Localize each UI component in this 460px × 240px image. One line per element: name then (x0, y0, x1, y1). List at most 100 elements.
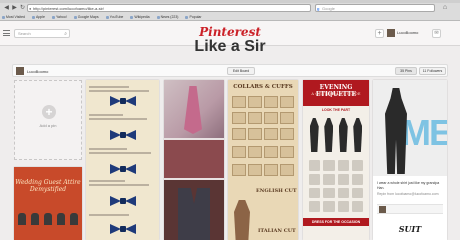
bow-tie-image (110, 164, 136, 174)
board-toolbar: LucoBoomo Edit Board 35 Pins 11 Follower… (12, 64, 448, 77)
avatar[interactable] (379, 206, 386, 213)
text-line (89, 90, 149, 92)
add-pin-button[interactable]: + (375, 29, 384, 38)
browser-chrome: ◀ ▶ ↻ ● http://pinterest.com/lucofoamo/l… (0, 0, 460, 21)
forward-icon[interactable]: ▶ (11, 5, 18, 11)
collar-illustration (280, 112, 294, 124)
text-line (89, 214, 129, 216)
bookmark-icon (130, 15, 134, 19)
owner-avatar[interactable] (16, 67, 24, 75)
site-search-placeholder: Search (18, 31, 31, 36)
pin-han-solo-me[interactable]: ME I wear a whole shirt just like my gra… (373, 80, 447, 240)
pin-source[interactable]: Repin from lucofoamo@lucofoamo.com (377, 192, 443, 197)
back-icon[interactable]: ◀ (3, 5, 10, 11)
text-line (89, 152, 151, 154)
bookmark-icon (73, 15, 77, 19)
bookmark-wikipedia[interactable]: Wikipedia (130, 15, 150, 19)
bookmark-most-visited[interactable]: Most Visited (2, 15, 25, 19)
tab-strip (0, 0, 460, 3)
bow-tie-image (110, 96, 136, 106)
cuff-illustration (264, 164, 278, 176)
browser-search-input[interactable]: g Google (315, 4, 435, 12)
bookmark-news[interactable]: News (223) (156, 15, 179, 19)
cuff-illustration (248, 164, 262, 176)
google-icon: g (317, 6, 320, 11)
pin-image-figures (18, 213, 78, 225)
suit-figure (234, 200, 250, 240)
owner-name-link[interactable]: LucoBoomo (27, 69, 48, 74)
bookmark-popular[interactable]: Popular (185, 15, 202, 19)
followers-count-button[interactable]: 11 Followers (419, 67, 446, 75)
pin-evening-etiquette[interactable]: EVENING ETIQUETTE A GENTLEMAN'S GUIDE LO… (303, 80, 369, 240)
cuff-illustration (248, 128, 262, 140)
pin-image-heading: COLLARS & CUFFS (233, 84, 293, 90)
bookmark-label: News (223) (160, 15, 179, 19)
bookmark-label: Apple (36, 15, 45, 19)
notifications-icon[interactable]: ✉ (432, 29, 441, 38)
pin-image-grid (309, 160, 363, 212)
pin-repin-row (377, 204, 443, 214)
pin-image-section-title: LOOK THE PART (321, 108, 351, 112)
collar-illustration (248, 96, 262, 108)
pin-bow-tie-guide[interactable] (86, 80, 159, 240)
bookmark-youtube[interactable]: YouTube (105, 15, 123, 19)
collar-illustration (232, 112, 246, 124)
text-line (89, 114, 123, 116)
collar-illustration (264, 112, 278, 124)
search-icon[interactable]: ⌕ (64, 30, 67, 38)
collar-illustration (280, 96, 294, 108)
add-pin-tile[interactable]: + Add a pin (14, 80, 82, 160)
pin-image-collar (164, 140, 224, 178)
reload-icon[interactable]: ↻ (19, 5, 26, 11)
avatar[interactable] (387, 29, 395, 37)
cuff-illustration (232, 164, 246, 176)
edit-board-button[interactable]: Edit Board (227, 67, 255, 75)
cuff-illustration (280, 128, 294, 140)
pin-image-subheading: ITALIAN CUT (258, 228, 296, 234)
bookmark-icon (185, 15, 189, 19)
pin-image-subheading: A GENTLEMAN'S GUIDE (311, 92, 361, 96)
bow-tie-image (110, 130, 136, 140)
bookmark-icon (51, 15, 55, 19)
menu-icon[interactable] (3, 30, 10, 37)
collar-illustration (264, 96, 278, 108)
site-search-input[interactable]: Search ⌕ (14, 29, 70, 38)
pin-image-heading: SUIT YOURSELF (373, 218, 447, 240)
bookmarks-bar: Most Visited Apple Yahoo! Google Maps Yo… (0, 13, 460, 21)
pins-count-button[interactable]: 35 Pins (395, 67, 417, 75)
cuff-illustration (280, 146, 294, 158)
text-line (89, 148, 127, 150)
bookmark-google-maps[interactable]: Google Maps (73, 15, 99, 19)
cuff-illustration (264, 128, 278, 140)
address-bar[interactable]: ● http://pinterest.com/lucofoamo/like-a-… (27, 4, 311, 12)
page-title: Like a Sir (194, 38, 266, 55)
url-text: http://pinterest.com/lucofoamo/like-a-si… (33, 6, 104, 11)
cuff-illustration (264, 146, 278, 158)
pin-tie-knots[interactable] (164, 80, 224, 240)
bookmark-label: Popular (189, 15, 202, 19)
collar-illustration (232, 96, 246, 108)
pin-image-subheading: ENGLISH CUT (256, 188, 297, 194)
bookmark-icon (105, 15, 109, 19)
pin-collars-and-cuffs[interactable]: COLLARS & CUFFS ENGLISH CUT ITALIAN CUT (228, 80, 298, 240)
bookmark-label: Google Maps (77, 15, 99, 19)
bookmark-label: Wikipedia (134, 15, 150, 19)
text-line (89, 118, 147, 120)
text-line (89, 180, 125, 182)
bookmark-label: Yahoo! (55, 15, 67, 19)
home-icon[interactable]: ⌂ (441, 4, 449, 12)
site-icon: ● (29, 6, 32, 11)
plus-icon: + (42, 105, 56, 119)
pin-image-figures (307, 114, 365, 152)
bookmark-apple[interactable]: Apple (32, 15, 45, 19)
pin-image-section-title: DRESS FOR THE OCCASION (303, 218, 369, 226)
bookmark-icon (32, 15, 35, 19)
add-pin-label: Add a pin (39, 123, 57, 128)
pin-image-text: Wedding Guest Attire Demystified (15, 179, 81, 193)
bookmark-label: Most Visited (6, 15, 25, 19)
bookmark-yahoo[interactable]: Yahoo! (51, 15, 67, 19)
bow-tie-image (110, 224, 136, 234)
username-link[interactable]: LucoBoomo (397, 30, 418, 35)
pin-wedding-guest-attire[interactable]: Wedding Guest Attire Demystified (14, 167, 82, 240)
pin-description: I wear a whole shirt just like my grandp… (377, 181, 440, 190)
